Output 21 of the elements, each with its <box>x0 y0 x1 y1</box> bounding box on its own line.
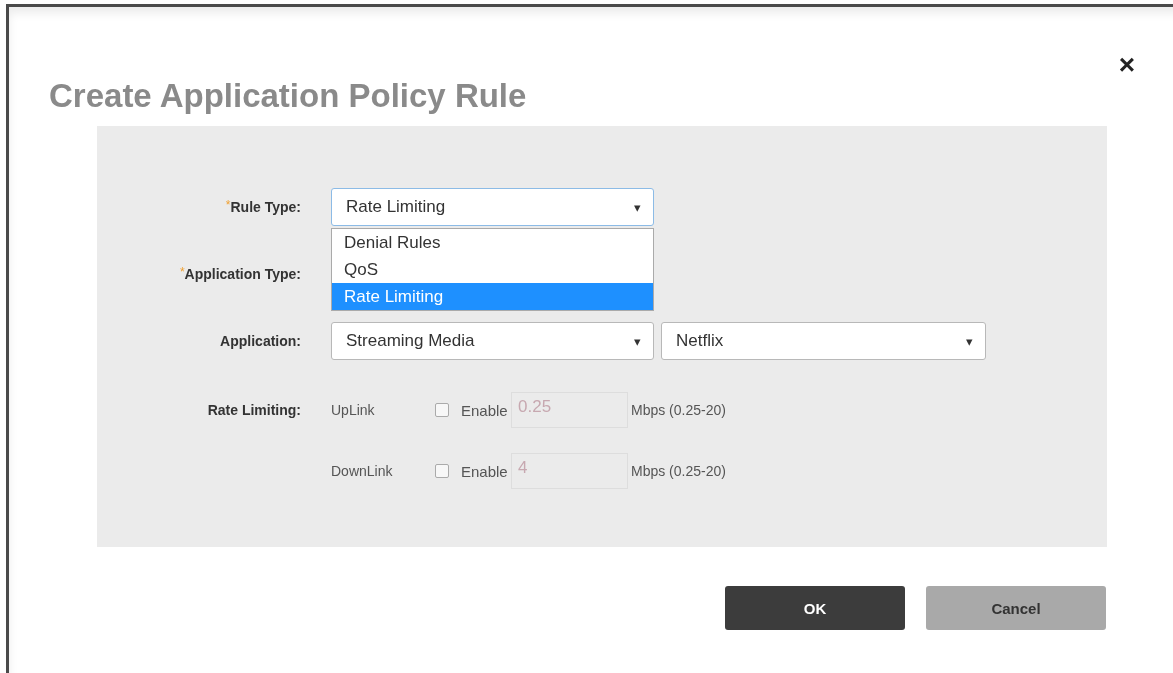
unit-label: Mbps (0.25-20) <box>631 402 726 418</box>
required-mark: * <box>225 198 231 212</box>
field-label: Rule Type: <box>230 199 301 215</box>
required-mark: * <box>179 265 185 279</box>
ok-button[interactable]: OK <box>725 586 905 630</box>
field-label: Rate Limiting: <box>207 402 301 418</box>
application-select[interactable]: Netflix ▾ <box>661 322 986 360</box>
dropdown-option[interactable]: QoS <box>332 256 653 283</box>
close-button[interactable]: × <box>1114 51 1139 79</box>
field-label: Application Type: <box>184 266 301 282</box>
cancel-button[interactable]: Cancel <box>926 586 1106 630</box>
field-label: Application: <box>220 333 301 349</box>
dialog-title: Create Application Policy Rule <box>48 76 527 116</box>
enable-checkbox[interactable] <box>435 403 449 417</box>
enable-checkbox[interactable] <box>435 464 449 478</box>
unit-label: Mbps (0.25-20) <box>631 463 726 479</box>
direction-label: UpLink <box>331 402 376 418</box>
dropdown-option[interactable]: Denial Rules <box>332 229 653 256</box>
category-select[interactable]: Streaming Media ▾ <box>331 322 654 360</box>
direction-label: DownLink <box>331 463 394 479</box>
rule-type-select[interactable]: Rate Limiting ▾ <box>331 188 654 226</box>
